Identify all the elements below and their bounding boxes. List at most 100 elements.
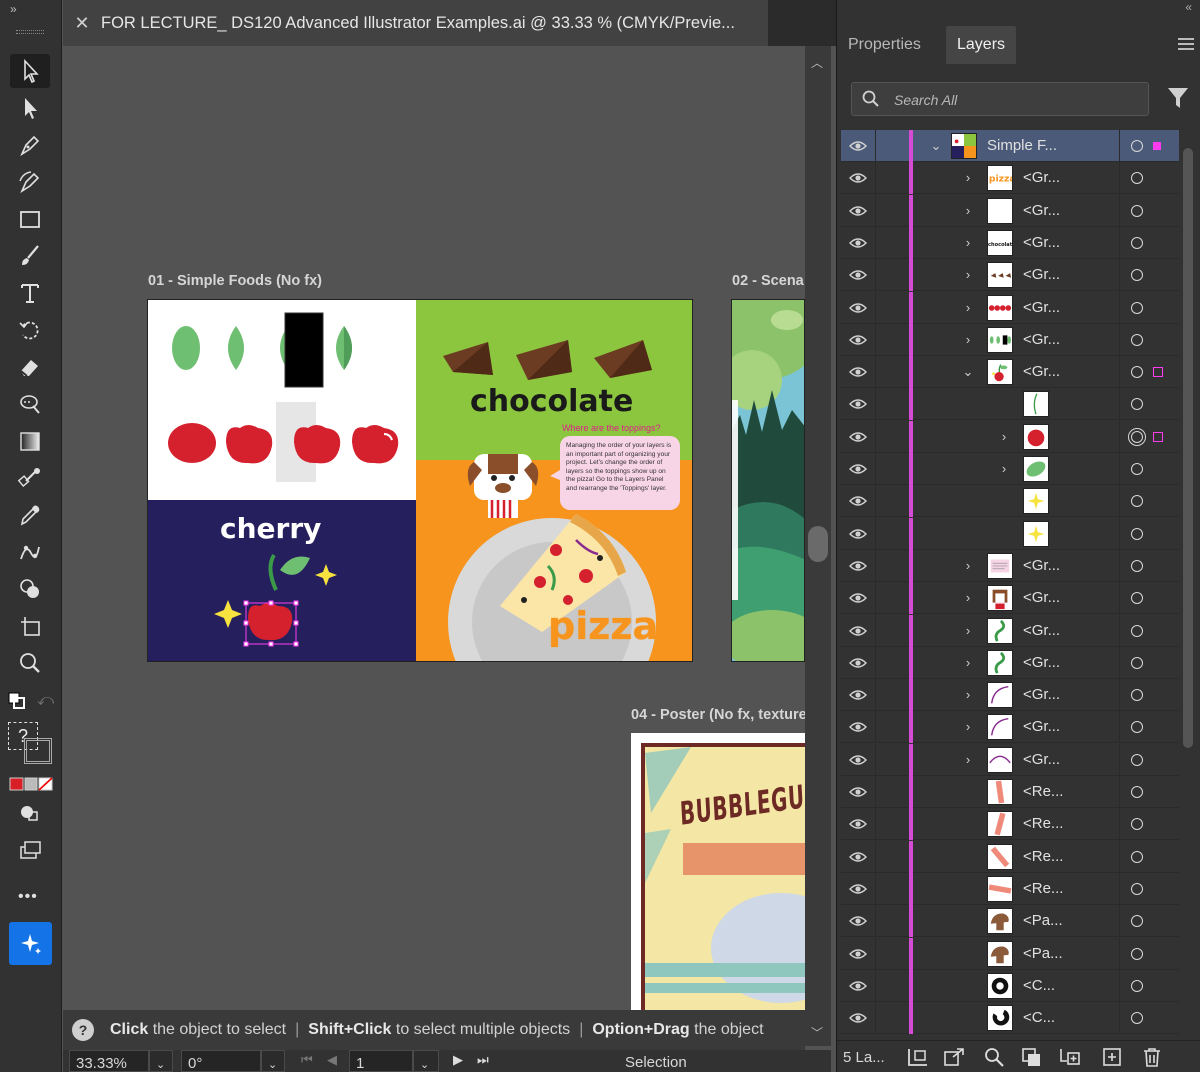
chevron-right-icon[interactable]: › <box>961 687 975 702</box>
selection-indicator[interactable] <box>1153 367 1163 378</box>
target-icon[interactable] <box>1131 204 1143 217</box>
sublayer-row[interactable]: › <Gr... <box>841 259 1179 292</box>
eyedropper-tool-button[interactable] <box>10 498 50 532</box>
sublayer-row[interactable]: › <Gr... <box>841 743 1179 776</box>
layer-name[interactable]: <Re... <box>1023 783 1063 800</box>
puppet-warp-tool-button[interactable] <box>10 535 50 569</box>
visibility-eye-icon[interactable] <box>849 913 867 929</box>
chevron-right-icon[interactable]: › <box>961 558 975 573</box>
sublayer-row[interactable]: <Re... <box>841 808 1179 841</box>
layer-name[interactable]: <Gr... <box>1023 557 1060 574</box>
previous-artboard-icon[interactable]: ◀ <box>327 1052 337 1068</box>
pen-tool-button[interactable] <box>10 128 50 162</box>
artboard-simple-foods[interactable]: chocolate Where are the toppings? Managi… <box>147 299 693 662</box>
paintbrush-tool-button[interactable] <box>10 239 50 273</box>
chevron-right-icon[interactable]: › <box>997 461 1011 476</box>
artboard-4-label[interactable]: 04 - Poster (No fx, texture <box>631 707 805 723</box>
target-icon[interactable] <box>1131 624 1143 637</box>
layer-name[interactable]: <Gr... <box>1023 363 1060 380</box>
layer-name[interactable]: <Gr... <box>1023 234 1060 251</box>
visibility-eye-icon[interactable] <box>849 816 867 832</box>
layer-name[interactable]: <Gr... <box>1023 266 1060 283</box>
locate-object-icon[interactable] <box>983 1047 1005 1067</box>
visibility-eye-icon[interactable] <box>849 396 867 412</box>
layer-name[interactable]: <Gr... <box>1023 622 1060 639</box>
lock-toggle[interactable] <box>875 162 911 195</box>
eraser-tool-button[interactable] <box>10 350 50 384</box>
chevron-right-icon[interactable]: › <box>997 429 1011 444</box>
zoom-dropdown-icon[interactable]: ⌄ <box>149 1050 173 1072</box>
target-icon[interactable] <box>1131 689 1143 702</box>
target-icon[interactable] <box>1131 463 1143 475</box>
filter-icon[interactable] <box>1167 86 1189 110</box>
target-icon[interactable] <box>1131 1012 1143 1025</box>
sublayer-row[interactable]: › <Gr... <box>841 291 1179 324</box>
toolbar-grip[interactable] <box>16 30 44 34</box>
target-icon[interactable] <box>1131 140 1143 152</box>
screen-mode-button[interactable] <box>10 833 50 867</box>
lock-toggle[interactable] <box>875 130 911 162</box>
chevron-right-icon[interactable]: › <box>961 623 975 638</box>
target-icon[interactable] <box>1131 269 1143 282</box>
stroke-swatch[interactable] <box>24 738 52 764</box>
visibility-eye-icon[interactable] <box>849 267 867 283</box>
visibility-eye-icon[interactable] <box>849 493 867 509</box>
artboard-dropdown-icon[interactable]: ⌄ <box>413 1050 439 1072</box>
chevron-down-icon[interactable]: ⌄ <box>929 138 943 154</box>
artboard-number-field[interactable]: 1 <box>349 1050 413 1072</box>
target-icon[interactable] <box>1131 753 1143 766</box>
shape-builder-tool-button[interactable] <box>10 572 50 606</box>
more-tools-button[interactable]: ••• <box>18 888 38 906</box>
sublayer-row[interactable]: › chocolate <Gr... <box>841 226 1179 259</box>
target-icon[interactable] <box>1131 333 1143 346</box>
visibility-eye-icon[interactable] <box>849 655 867 671</box>
lock-toggle[interactable] <box>875 453 911 485</box>
visibility-eye-icon[interactable] <box>849 558 867 574</box>
lock-toggle[interactable] <box>875 226 911 259</box>
visibility-eye-icon[interactable] <box>849 849 867 865</box>
target-icon[interactable] <box>1131 850 1143 863</box>
sublayer-row[interactable]: › <Gr... <box>841 614 1179 647</box>
visibility-eye-icon[interactable] <box>849 978 867 994</box>
lock-toggle[interactable] <box>875 582 911 615</box>
target-icon[interactable] <box>1131 915 1143 928</box>
visibility-eye-icon[interactable] <box>849 784 867 800</box>
visibility-eye-icon[interactable] <box>849 719 867 735</box>
target-icon[interactable] <box>1131 656 1143 669</box>
selection-indicator[interactable] <box>1153 142 1161 150</box>
target-icon[interactable] <box>1131 786 1143 798</box>
layer-name[interactable]: <Gr... <box>1023 589 1060 606</box>
swap-fill-stroke-icon[interactable]: ⤺ <box>37 692 55 710</box>
visibility-eye-icon[interactable] <box>849 623 867 639</box>
canvas-scroll-thumb[interactable] <box>808 526 828 562</box>
target-icon[interactable] <box>1131 301 1143 314</box>
target-icon[interactable] <box>1131 398 1143 411</box>
next-artboard-icon[interactable]: ▶ <box>453 1052 463 1068</box>
drawing-modes-button[interactable] <box>10 796 50 830</box>
help-icon[interactable]: ? <box>72 1019 94 1041</box>
selection-tool-button[interactable] <box>10 54 50 88</box>
sublayer-row[interactable]: <Re... <box>841 776 1179 808</box>
layer-name[interactable]: Simple F... <box>987 137 1057 154</box>
lock-toggle[interactable] <box>875 776 911 808</box>
lock-toggle[interactable] <box>875 356 911 389</box>
lock-toggle[interactable] <box>875 711 911 744</box>
sublayer-row[interactable]: <Pa... <box>841 905 1179 938</box>
sublayer-row[interactable]: › <Gr... <box>841 549 1179 582</box>
rectangle-tool-button[interactable] <box>10 202 50 236</box>
sublayer-row[interactable]: <C... <box>841 969 1179 1002</box>
chevron-right-icon[interactable]: › <box>961 719 975 734</box>
warp-tool-button[interactable] <box>10 387 50 421</box>
delete-layer-icon[interactable] <box>1141 1047 1163 1067</box>
sublayer-row[interactable]: › <Gr... <box>841 711 1179 744</box>
lock-toggle[interactable] <box>875 937 911 970</box>
rotation-dropdown-icon[interactable]: ⌄ <box>261 1050 285 1072</box>
chevron-right-icon[interactable]: › <box>961 590 975 605</box>
sublayer-row[interactable]: ⌄ <Gr... <box>841 356 1179 389</box>
type-tool-button[interactable] <box>10 276 50 310</box>
visibility-eye-icon[interactable] <box>849 235 867 251</box>
chevron-right-icon[interactable]: › <box>961 267 975 282</box>
layer-name[interactable]: <Gr... <box>1023 686 1060 703</box>
target-icon[interactable] <box>1131 527 1143 540</box>
lock-toggle[interactable] <box>875 291 911 324</box>
